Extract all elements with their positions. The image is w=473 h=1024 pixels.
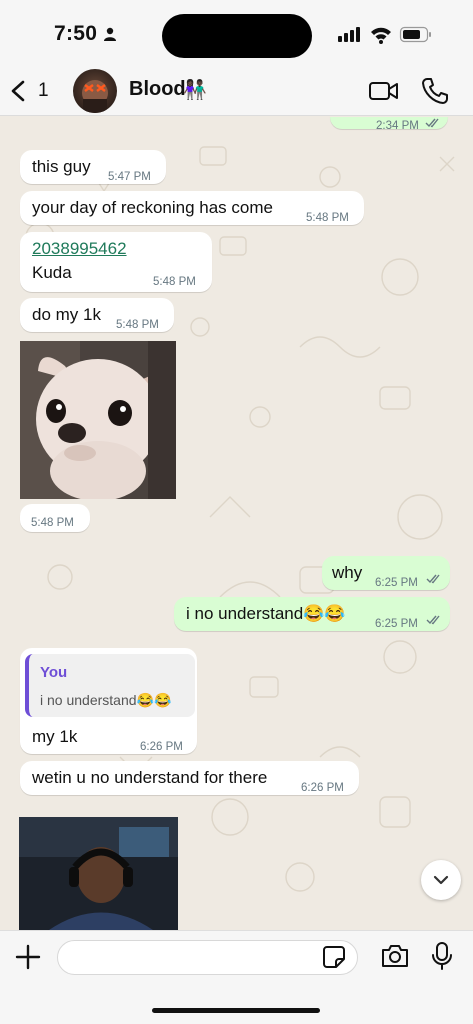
message-time: 6:26 PM [140, 741, 183, 753]
quoted-message[interactable]: You i no understand😂😂 [25, 654, 195, 717]
message-time: 5:48 PM [116, 319, 159, 331]
message-text: wetin u no understand for there [32, 768, 268, 787]
phone-icon[interactable] [420, 76, 450, 106]
message-bubble-incoming[interactable]: this guy 5:47 PM [20, 150, 166, 184]
message-text: my 1k [32, 727, 78, 746]
home-indicator [152, 1008, 320, 1013]
person-icon [104, 27, 116, 41]
message-text: your day of reckoning has come [32, 198, 273, 217]
person-photo [19, 817, 178, 930]
sticker-image[interactable] [20, 341, 176, 499]
plus-icon[interactable] [14, 943, 42, 971]
wifi-icon [371, 27, 391, 44]
unread-count: 1 [38, 80, 49, 101]
message-text: i no understand😂😂 [186, 604, 346, 623]
message-bubble-incoming[interactable]: do my 1k 5:48 PM [20, 298, 174, 332]
message-time: 6:25 PM [375, 577, 418, 589]
message-text: Kuda [32, 263, 72, 282]
message-bubble-outgoing[interactable]: oh 2:34 PM [330, 117, 448, 132]
status-icons [338, 26, 431, 44]
message-bubble-reply[interactable]: You i no understand😂😂 my 1k 6:26 PM [20, 648, 197, 754]
video-camera-icon[interactable] [368, 78, 400, 104]
message-bubble-outgoing[interactable]: why 6:25 PM [322, 556, 450, 590]
message-bubble-incoming[interactable]: your day of reckoning has come 5:48 PM [20, 191, 364, 225]
message-bubble-incoming[interactable]: 2038995462 Kuda 5:48 PM [20, 232, 212, 292]
quote-text: i no understand😂😂 [40, 692, 172, 708]
read-ticks-icon [426, 574, 440, 584]
avatar-image [82, 80, 108, 113]
scroll-to-bottom-button[interactable] [421, 860, 461, 900]
contact-name[interactable]: Blood [129, 78, 186, 101]
cellular-signal-icon [338, 27, 360, 42]
chevron-down-icon [433, 875, 449, 885]
message-time: 5:48 PM [306, 212, 349, 224]
message-bubble-incoming[interactable]: wetin u no understand for there 6:26 PM [20, 761, 359, 795]
message-time: 5:48 PM [153, 276, 196, 288]
message-time: 2:34 PM [376, 120, 419, 132]
chevron-left-icon [11, 80, 25, 102]
dynamic-island [162, 14, 312, 58]
phone-number-link[interactable]: 2038995462 [32, 238, 127, 260]
chat-area[interactable]: oh 2:34 PM this guy 5:47 PM your day of … [0, 117, 473, 930]
read-ticks-icon [426, 615, 440, 625]
message-input[interactable] [57, 940, 358, 975]
sticker-icon[interactable] [322, 945, 346, 969]
message-text: do my 1k [32, 305, 101, 324]
avatar[interactable] [73, 69, 117, 113]
status-bar: 7:50 [0, 0, 473, 66]
contact-name-emoji: 👫🏿 [183, 80, 207, 101]
quote-author: You [40, 664, 68, 681]
chat-header: 1 Blood 👫🏿 [0, 66, 473, 116]
image-message[interactable] [19, 817, 178, 930]
message-time: 6:25 PM [375, 618, 418, 630]
chihuahua-image [20, 341, 176, 499]
message-time: 5:48 PM [31, 517, 74, 529]
message-time: 5:47 PM [108, 171, 151, 183]
camera-icon[interactable] [380, 943, 410, 969]
back-button[interactable]: 1 [8, 76, 56, 106]
read-ticks-icon [425, 118, 439, 128]
composer-bar [0, 930, 473, 1024]
message-text: why [332, 563, 363, 582]
message-time: 6:26 PM [301, 782, 344, 794]
message-text: this guy [32, 157, 91, 176]
status-time: 7:50 [54, 22, 98, 45]
message-bubble-outgoing[interactable]: i no understand😂😂 6:25 PM [174, 597, 450, 631]
battery-icon [399, 26, 431, 43]
message-text: oh [340, 117, 359, 121]
microphone-icon[interactable] [431, 941, 453, 971]
image-timestamp-bubble: 5:48 PM [20, 504, 90, 532]
